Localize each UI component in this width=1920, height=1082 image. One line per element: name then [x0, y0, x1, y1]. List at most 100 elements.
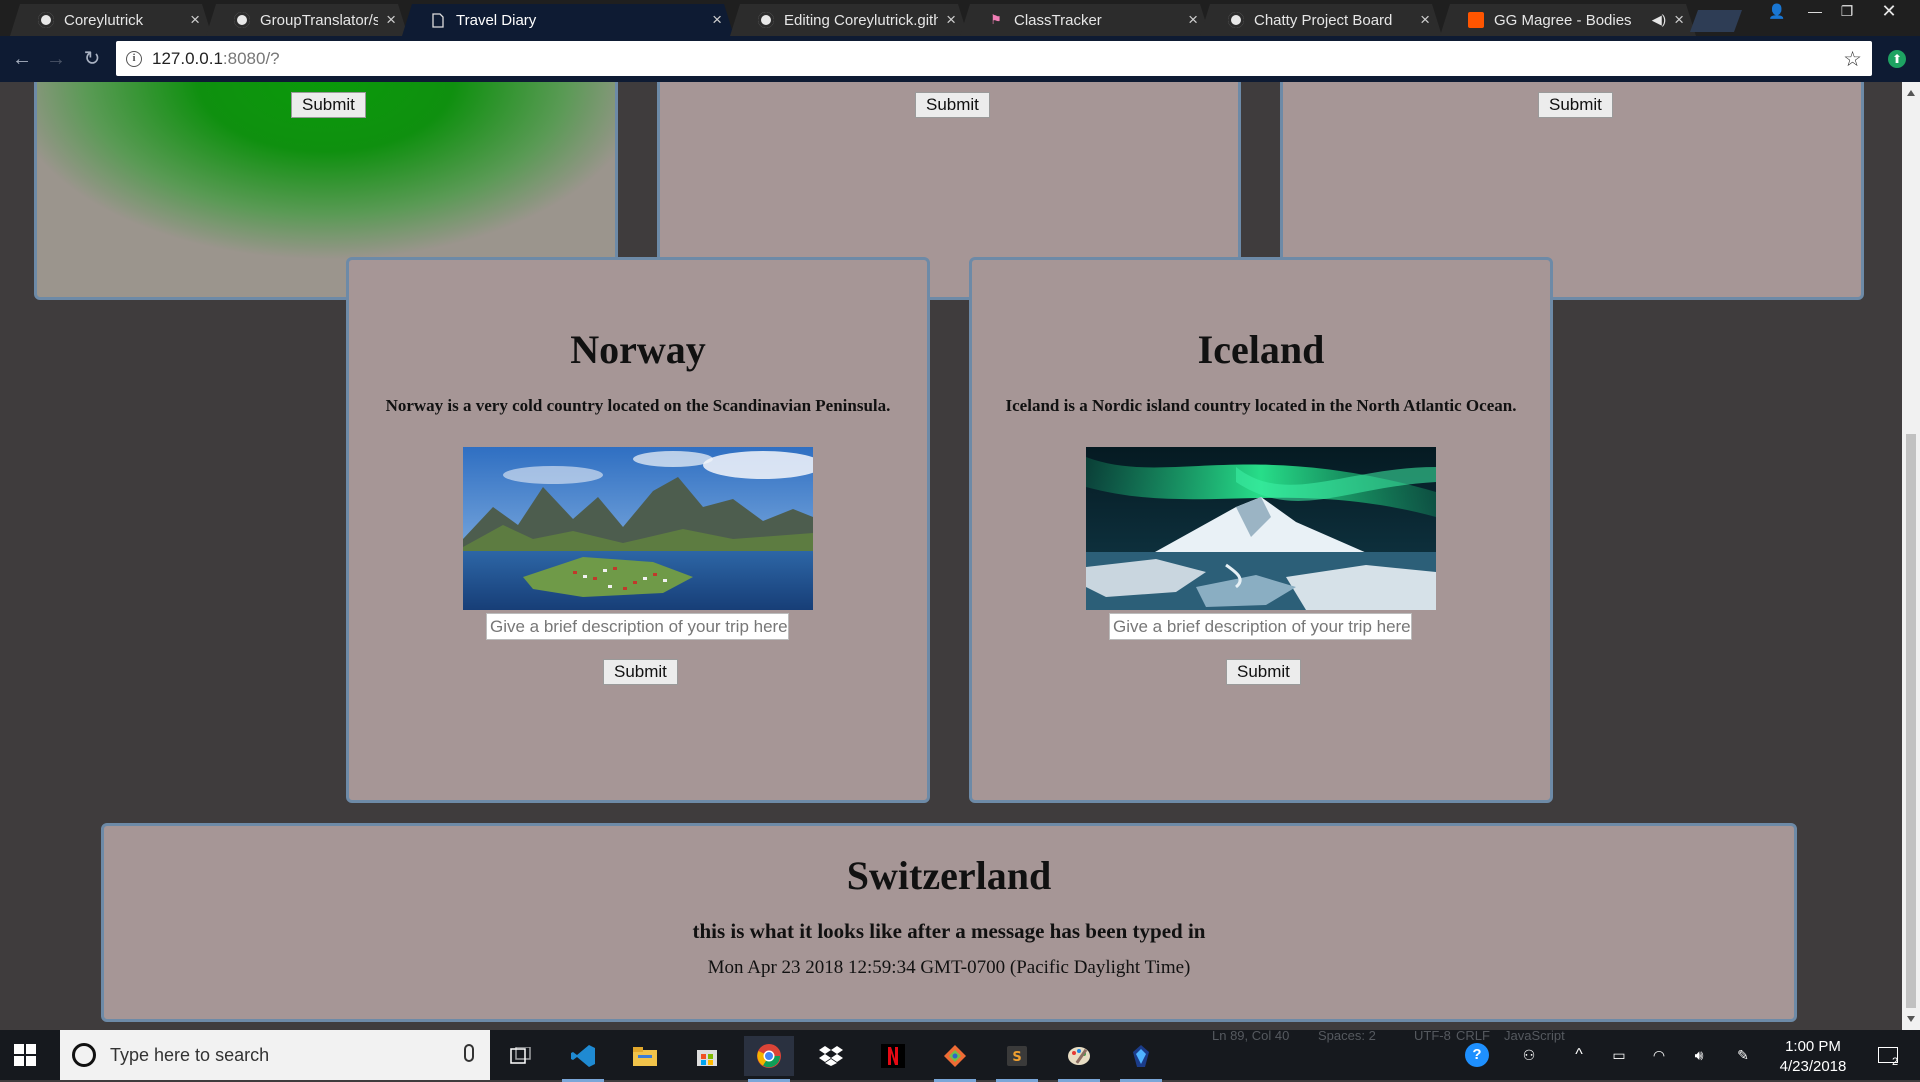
soundcloud-icon	[1468, 12, 1484, 28]
card-title: Iceland	[1197, 327, 1325, 372]
tab-soundcloud[interactable]: GG Magree - Bodies ◀) ×	[1440, 4, 1696, 36]
ghost-encoding: UTF-8	[1414, 1028, 1451, 1043]
close-icon[interactable]: ×	[1674, 10, 1684, 30]
dropbox-icon[interactable]	[806, 1036, 856, 1076]
vscode-icon[interactable]	[558, 1036, 608, 1082]
github-icon	[38, 12, 54, 28]
tab-label: ClassTracker	[1014, 11, 1102, 29]
restore-button[interactable]: ❐	[1830, 0, 1864, 22]
clock-time: 1:00 PM	[1785, 1038, 1841, 1055]
tab-strip: Coreylutrick × GroupTranslator/screens ×…	[0, 0, 1920, 36]
taskbar: Type here to search S ? ⚇ ^ ▭ ◠ 🔊︎ ✎ 1:0	[0, 1030, 1920, 1082]
norway-card: Norway Norway is a very cold country loc…	[346, 257, 930, 803]
scroll-down-arrow[interactable]	[1907, 1016, 1915, 1022]
wifi-icon[interactable]: ◠	[1644, 1030, 1674, 1080]
paint-icon[interactable]	[1054, 1036, 1104, 1082]
tab-grouptranslator[interactable]: GroupTranslator/screens ×	[206, 4, 408, 36]
close-icon[interactable]: ×	[946, 10, 956, 30]
svg-text:S: S	[1012, 1050, 1021, 1065]
battery-icon[interactable]: ▭	[1604, 1030, 1634, 1080]
address-bar[interactable]: i 127.0.0.1:8080/? ☆	[116, 41, 1872, 76]
card-title: Norway	[570, 327, 706, 372]
github-icon	[1228, 12, 1244, 28]
netflix-icon[interactable]	[868, 1036, 918, 1076]
taskbar-clock[interactable]: 1:00 PM 4/23/2018	[1768, 1037, 1858, 1077]
taskbar-search[interactable]: Type here to search	[60, 1030, 490, 1080]
tab-travel-diary[interactable]: Travel Diary ×	[402, 4, 734, 36]
card-description: Norway is a very cold country located on…	[385, 396, 891, 415]
ghost-language: JavaScript	[1504, 1028, 1565, 1043]
entry-timestamp: Mon Apr 23 2018 12:59:34 GMT-0700 (Pacif…	[707, 957, 1191, 978]
github-icon	[758, 12, 774, 28]
close-icon[interactable]: ×	[386, 10, 396, 30]
ghost-cursor-position: Ln 89, Col 40	[1212, 1028, 1290, 1043]
close-icon[interactable]: ×	[1420, 10, 1430, 30]
tab-label: Editing Coreylutrick.githu	[784, 11, 939, 29]
tab-label: Chatty Project Board	[1254, 11, 1393, 29]
page-scrollbar[interactable]	[1902, 82, 1920, 1030]
close-icon[interactable]: ×	[190, 10, 200, 30]
back-icon[interactable]: ←	[10, 47, 34, 71]
close-icon[interactable]: ×	[712, 10, 722, 30]
volume-icon[interactable]: 🔊︎	[1684, 1030, 1714, 1080]
tab-coreylutrick[interactable]: Coreylutrick ×	[10, 4, 212, 36]
close-icon[interactable]: ×	[1188, 10, 1198, 30]
tab-label: Travel Diary	[456, 11, 537, 29]
trip-description-input[interactable]: Give a brief description of your trip he…	[1109, 613, 1412, 640]
submit-button[interactable]: Submit	[915, 92, 990, 118]
scroll-up-arrow[interactable]	[1907, 90, 1915, 96]
info-icon[interactable]: i	[126, 50, 142, 67]
url-path: :8080/?	[222, 48, 280, 68]
tab-label: GroupTranslator/screens	[260, 11, 379, 29]
task-view-icon[interactable]	[496, 1036, 546, 1076]
trip-description-input[interactable]: Give a brief description of your trip he…	[486, 613, 789, 640]
browser-toolbar: ← → ↻ i 127.0.0.1:8080/? ☆ ⬆	[0, 36, 1920, 82]
tab-editing[interactable]: Editing Coreylutrick.githu ×	[730, 4, 968, 36]
url-text[interactable]: 127.0.0.1:8080/?	[152, 49, 280, 69]
new-tab-button[interactable]	[1689, 10, 1743, 32]
github-icon	[234, 12, 250, 28]
flamingo-icon: ⚑	[990, 12, 1002, 27]
windows-start-icon[interactable]	[14, 1044, 36, 1066]
file-explorer-icon[interactable]	[620, 1036, 670, 1076]
profile-icon[interactable]: 👤	[1760, 0, 1794, 22]
card-title: Switzerland	[846, 853, 1052, 898]
submit-button[interactable]: Submit	[1226, 659, 1301, 685]
tab-label: GG Magree - Bodies	[1494, 11, 1632, 29]
action-center-icon[interactable]: 2	[1868, 1030, 1908, 1080]
bookmark-star-icon[interactable]: ☆	[1843, 47, 1862, 72]
git-client-icon[interactable]	[930, 1036, 980, 1082]
close-window-button[interactable]: ✕	[1872, 0, 1906, 22]
tab-label: Coreylutrick	[64, 11, 144, 29]
sublime-icon[interactable]: S	[992, 1036, 1042, 1082]
store-icon[interactable]	[682, 1036, 732, 1076]
tab-classtracker[interactable]: ⚑ ClassTracker ×	[960, 4, 1210, 36]
submit-button[interactable]: Submit	[1538, 92, 1613, 118]
page-viewport: Submit Submit Submit Norway Norway is a …	[0, 82, 1902, 1030]
document-icon	[430, 12, 446, 28]
diary-entry: this is what it looks like after a messa…	[692, 919, 1206, 943]
submit-button[interactable]: Submit	[603, 659, 678, 685]
tab-chatty-board[interactable]: Chatty Project Board ×	[1200, 4, 1442, 36]
submit-button[interactable]: Submit	[291, 92, 366, 118]
ghost-eol: CRLF	[1456, 1028, 1490, 1043]
clock-date: 4/23/2018	[1779, 1058, 1847, 1075]
switzerland-card: Switzerland this is what it looks like a…	[101, 823, 1797, 1022]
norway-photo	[463, 447, 813, 610]
minimize-button[interactable]: —	[1798, 0, 1832, 22]
microphone-icon[interactable]	[464, 1044, 474, 1062]
iceland-photo	[1086, 447, 1436, 610]
iceland-card: Iceland Iceland is a Nordic island count…	[969, 257, 1553, 803]
ghost-spaces: Spaces: 2	[1318, 1028, 1376, 1043]
extension-icon[interactable]: ⬆	[1888, 50, 1906, 68]
chrome-icon[interactable]	[744, 1036, 794, 1082]
pen-icon[interactable]: ✎	[1728, 1030, 1758, 1080]
reload-icon[interactable]: ↻	[80, 47, 104, 71]
forward-icon[interactable]: →	[44, 47, 68, 71]
chevron-up-icon[interactable]: ^	[1564, 1030, 1594, 1080]
compass-icon[interactable]	[1116, 1036, 1166, 1082]
search-placeholder: Type here to search	[110, 1044, 270, 1065]
scroll-thumb[interactable]	[1906, 434, 1916, 1008]
speaker-icon[interactable]: ◀)	[1652, 12, 1666, 28]
url-host: 127.0.0.1	[152, 48, 223, 68]
